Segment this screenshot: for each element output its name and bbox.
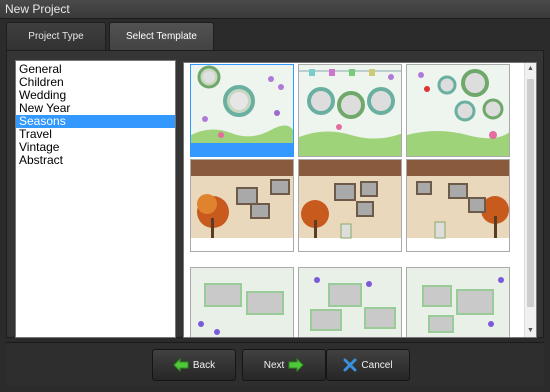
template-thumb-autumn-2[interactable] (298, 159, 402, 252)
category-item-abstract[interactable]: Abstract (16, 154, 175, 167)
autumn-template-image (407, 160, 509, 251)
tab-bar: Project Type Select Template (6, 22, 544, 50)
template-thumb-spring-2[interactable] (298, 64, 402, 157)
autumn-template-image (299, 160, 401, 251)
template-gallery: ▲ ▼ (183, 62, 537, 338)
template-thumb-autumn-3[interactable] (406, 159, 510, 252)
tab-select-template[interactable]: Select Template (109, 22, 214, 50)
scroll-down-arrow-icon[interactable]: ▼ (525, 325, 536, 337)
template-thumb-frost-1[interactable] (190, 267, 294, 337)
scrollbar-thumb[interactable] (527, 79, 534, 307)
frost-template-image (191, 268, 293, 337)
dialog-footer: Back Next Cancel (6, 342, 544, 386)
next-button[interactable]: Next (242, 349, 326, 381)
selection-highlight (191, 143, 293, 156)
scroll-up-arrow-icon[interactable]: ▲ (525, 63, 536, 75)
next-arrow-icon (288, 358, 304, 372)
cancel-x-icon (343, 358, 357, 372)
autumn-template-image (191, 160, 293, 251)
template-thumb-autumn-1[interactable] (190, 159, 294, 252)
category-list[interactable]: General Children Wedding New Year Season… (15, 60, 176, 338)
next-button-label: Next (263, 359, 285, 371)
back-button[interactable]: Back (152, 349, 236, 381)
template-panel: General Children Wedding New Year Season… (6, 50, 544, 338)
template-thumb-frost-3[interactable] (406, 267, 510, 337)
frost-template-image (299, 268, 401, 337)
template-thumb-spring-1[interactable] (190, 64, 294, 157)
frost-template-image (407, 268, 509, 337)
window-title: New Project (0, 0, 550, 19)
spring-template-image (299, 65, 401, 156)
cancel-button-label: Cancel (361, 359, 393, 371)
template-thumb-spring-3[interactable] (406, 64, 510, 157)
cancel-button[interactable]: Cancel (326, 349, 410, 381)
spring-template-image (407, 65, 509, 156)
gallery-scrollbar[interactable]: ▲ ▼ (524, 63, 536, 337)
tab-project-type[interactable]: Project Type (6, 22, 106, 50)
back-button-label: Back (192, 359, 216, 371)
back-arrow-icon (173, 358, 189, 372)
template-thumb-frost-2[interactable] (298, 267, 402, 337)
